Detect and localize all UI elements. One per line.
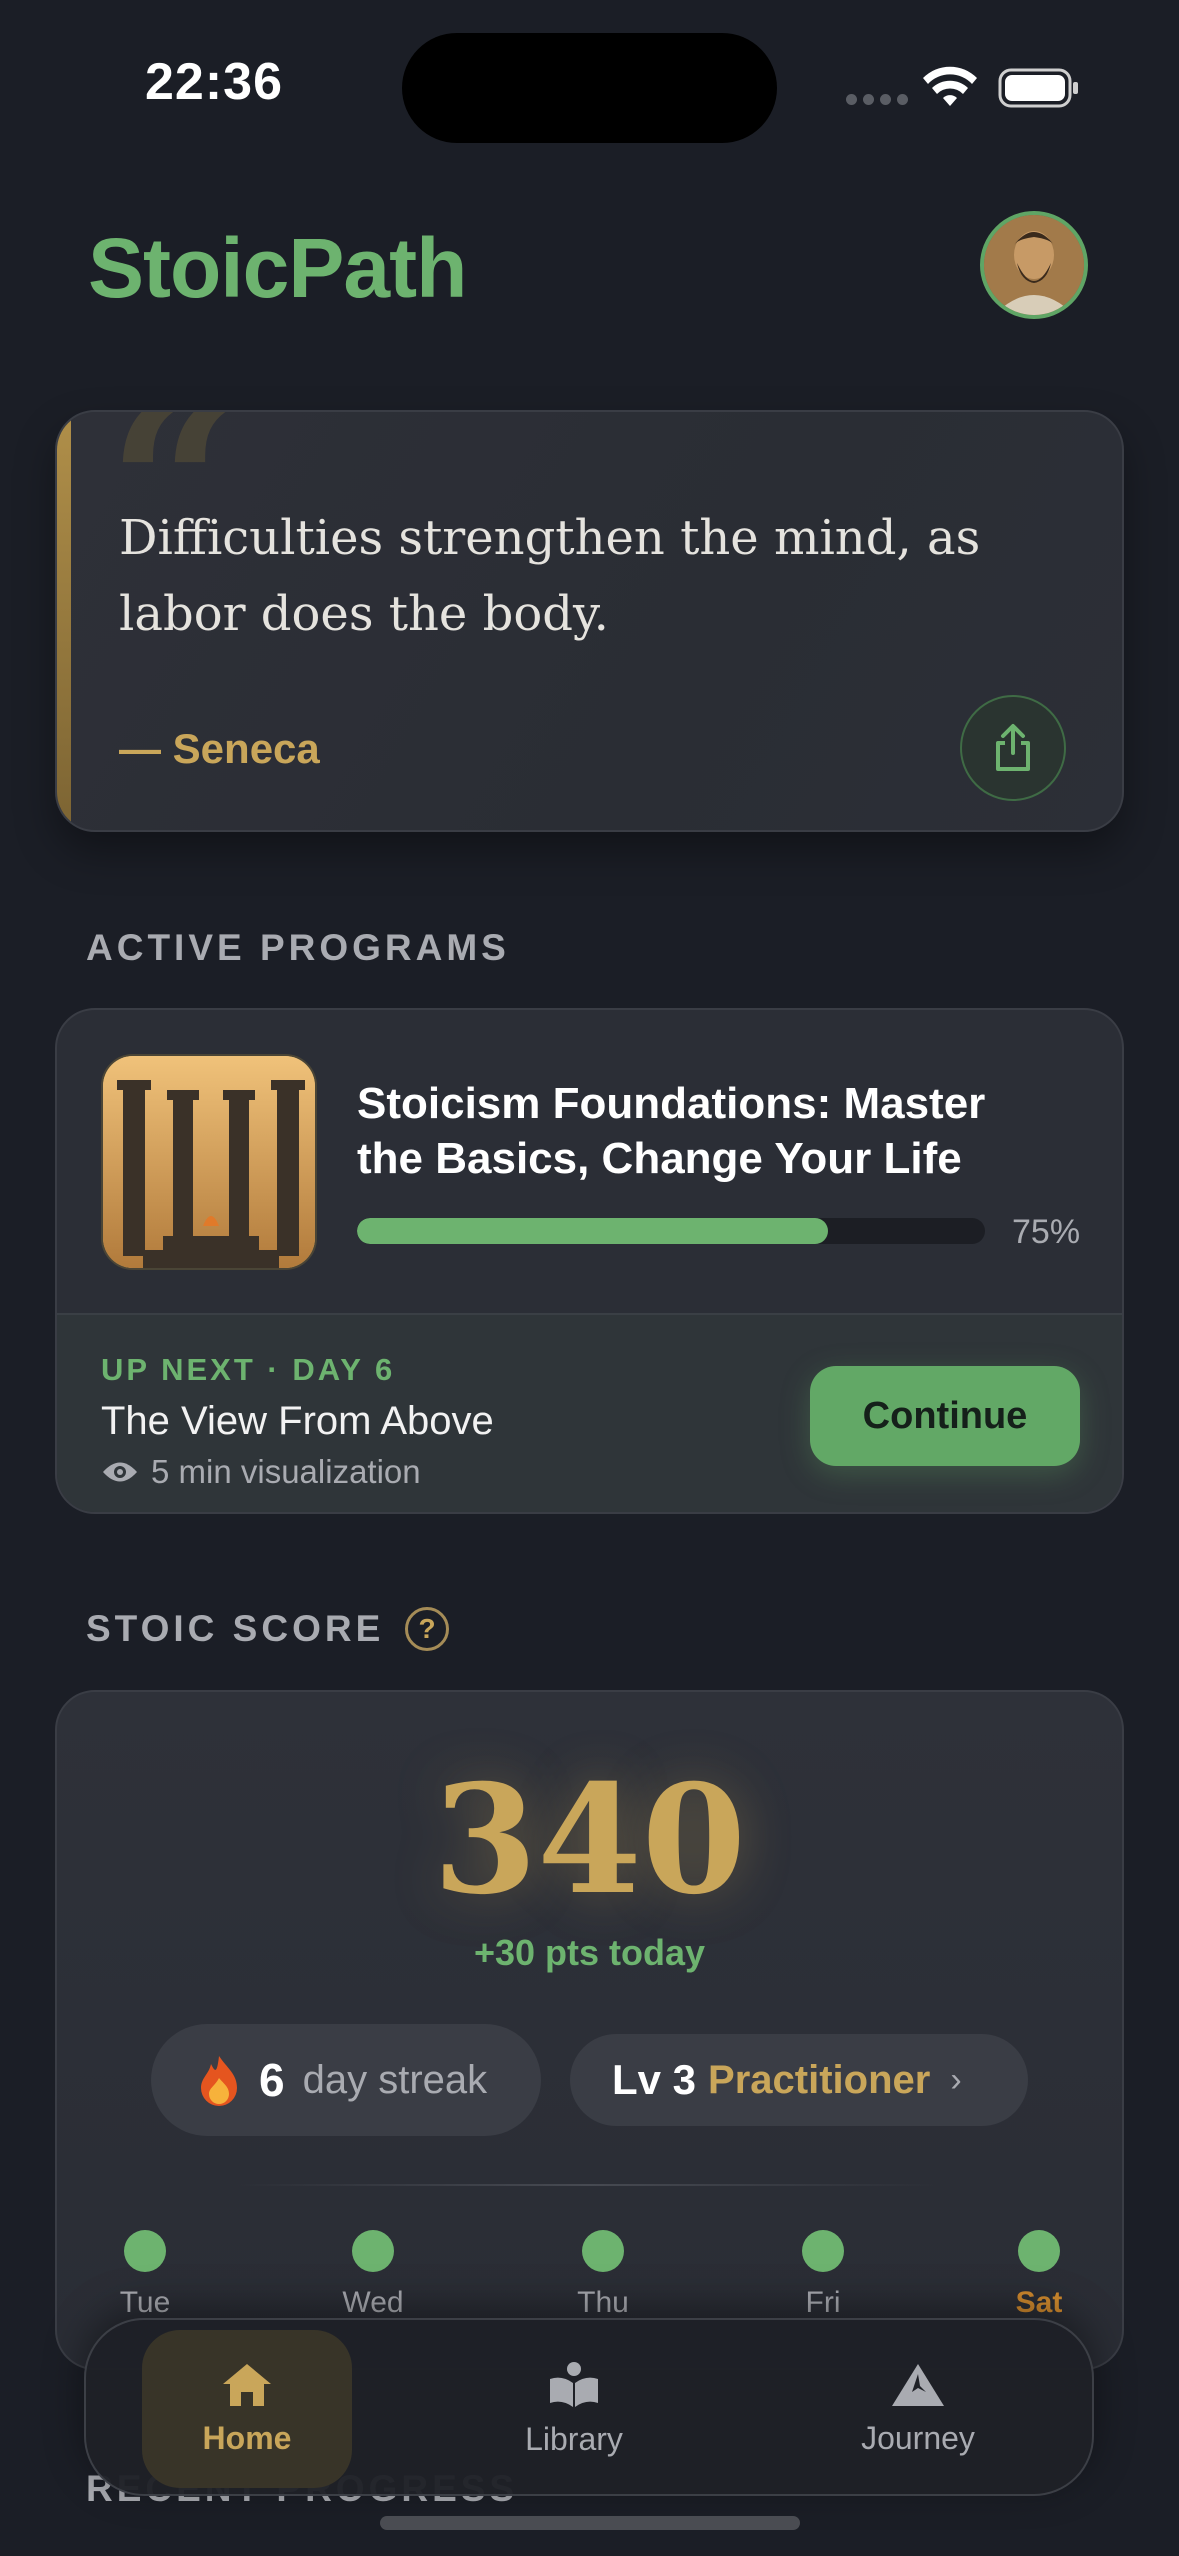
app-title: StoicPath [88,221,467,315]
program-card[interactable]: Stoicism Foundations: Master the Basics,… [55,1008,1124,1514]
score-delta: +30 pts today [473,1932,706,1973]
daily-quote-card: “ Difficulties strengthen the mind, as l… [55,410,1124,832]
streak-count: 6 [259,2054,285,2106]
day-label: Fri [805,2286,841,2319]
week-day-fri: Fri [763,2230,883,2320]
day-label: Tue [119,2286,171,2319]
wifi-icon [923,66,977,106]
day-completed-dot [1018,2230,1060,2272]
up-next-label: UP NEXT · DAY 6 [101,1352,396,1387]
share-icon [996,724,1030,771]
share-quote-button[interactable] [960,695,1066,801]
chevron-right-icon: › [950,2060,962,2099]
quote-text: Difficulties strengthen the mind, as lab… [119,510,981,642]
quote-accent-bar [57,412,71,830]
level-number: Lv 3 [612,2056,697,2103]
tab-journey[interactable]: Journey [813,2330,1023,2488]
program-progress-bar [357,1218,985,1244]
day-completed-dot [582,2230,624,2272]
day-completed-dot [802,2230,844,2272]
program-title: Stoicism Foundations: Master the Basics,… [357,1079,986,1183]
score-divider [237,2184,937,2186]
up-next-section: UP NEXT · DAY 6 The View From Above 5 mi… [57,1313,1122,1512]
tab-label-library: Library [525,2420,623,2457]
cellular-signal-icon [846,94,908,105]
streak-text: day streak [302,2057,488,2102]
up-next-meta: 5 min visualization [101,1453,421,1491]
week-day-tue: Tue [85,2230,205,2320]
program-progress-label: 75% [1012,1213,1081,1251]
tab-home[interactable]: Home [142,2330,352,2488]
home-icon [223,2363,271,2406]
tab-library[interactable]: Library [469,2330,679,2488]
day-label: Wed [342,2286,404,2319]
program-progress-fill [357,1218,828,1244]
week-day-thu: Thu [543,2230,663,2320]
stoic-score-card: 340 +30 pts today 6 day streak Lv 3 Prac… [55,1690,1124,2370]
score-value: 340 [432,1752,747,1928]
fire-icon [201,2056,237,2106]
bottom-tab-bar: Home Library Journey [84,2318,1094,2496]
up-next-duration: 5 min visualization [151,1453,421,1490]
status-time: 22:36 [145,53,283,111]
tab-label-home: Home [202,2419,292,2456]
day-label: Thu [577,2286,629,2319]
up-next-title: The View From Above [101,1399,494,1443]
home-indicator [380,2516,800,2530]
eye-icon [103,1462,137,1482]
dynamic-island [402,33,777,143]
streak-pill: 6 day streak [151,2024,541,2136]
week-day-wed: Wed [313,2230,433,2320]
section-label-stoic-score: STOIC SCORE [86,1608,385,1649]
section-label-active-programs: ACTIVE PROGRAMS [86,927,510,968]
book-reader-icon [550,2361,598,2407]
day-label-today: Sat [1015,2286,1063,2319]
level-pill[interactable]: Lv 3 Practitioner › [570,2034,1028,2126]
mountain-icon [892,2363,944,2406]
week-day-sat: Sat [979,2230,1099,2320]
help-icon[interactable]: ? [405,1607,449,1651]
day-completed-dot [352,2230,394,2272]
level-name: Practitioner [708,2057,931,2102]
quote-author: — Seneca [119,725,320,772]
temple-columns-image [103,1056,315,1268]
stoic-bust-avatar-image [984,215,1084,315]
program-thumbnail [101,1054,317,1270]
battery-icon [998,68,1078,108]
profile-avatar[interactable] [980,211,1088,319]
day-completed-dot [124,2230,166,2272]
continue-button[interactable]: Continue [810,1366,1080,1466]
tab-label-journey: Journey [861,2419,975,2456]
